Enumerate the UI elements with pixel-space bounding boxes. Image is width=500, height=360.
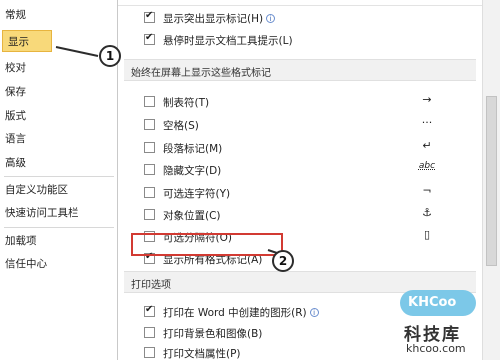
hidden-text-icon: abc <box>418 161 436 171</box>
checkbox[interactable] <box>144 164 155 175</box>
checkbox[interactable] <box>144 32 155 45</box>
option-label: 可选连字符(Y) <box>163 188 231 200</box>
sidebar-divider <box>4 227 114 228</box>
watermark: KHCoo 科技库 khcoo.com <box>398 288 500 358</box>
checkbox[interactable] <box>144 209 155 220</box>
checkbox[interactable] <box>144 327 155 338</box>
space-dots-icon: ··· <box>421 116 433 129</box>
scrollbar-thumb[interactable] <box>486 96 497 266</box>
sidebar-item-quick-access-toolbar[interactable]: 快速访问工具栏 <box>0 202 118 224</box>
checkbox[interactable] <box>144 96 155 107</box>
sidebar-item-trust-center[interactable]: 信任中心 <box>0 253 118 275</box>
callout-number-1: 1 <box>99 45 121 67</box>
sidebar-item-display[interactable]: 显示 <box>2 30 52 52</box>
option-label: 打印在 Word 中创建的图形(R) <box>163 307 307 319</box>
sidebar-item-advanced[interactable]: 高级 <box>0 152 118 174</box>
option-label: 打印背景色和图像(B) <box>163 328 263 340</box>
option-label: 打印文档属性(P) <box>163 348 241 360</box>
checkbox[interactable] <box>144 304 155 317</box>
optional-hyphen-icon: ¬ <box>422 184 432 197</box>
checkbox[interactable] <box>144 10 155 23</box>
paragraph-mark-icon: ↵ <box>422 139 432 152</box>
anchor-icon: ⚓ <box>422 206 432 219</box>
sidebar-item-save[interactable]: 保存 <box>0 81 118 103</box>
option-label: 隐藏文字(D) <box>163 165 222 177</box>
option-label: 制表符(T) <box>163 97 210 109</box>
sidebar-item-layout[interactable]: 版式 <box>0 105 118 127</box>
section-header-formatting-marks: 始终在屏幕上显示这些格式标记 <box>124 59 476 81</box>
section-title: 打印选项 <box>131 280 171 291</box>
option-label: 对象位置(C) <box>163 210 221 222</box>
option-label: 段落标记(M) <box>163 143 223 155</box>
callout-number-2: 2 <box>272 250 294 272</box>
checkbox[interactable] <box>144 119 155 130</box>
checkbox[interactable] <box>144 142 155 153</box>
watermark-url: khcoo.com <box>406 342 466 355</box>
tab-arrow-icon: → <box>422 93 432 106</box>
checkbox[interactable] <box>144 187 155 198</box>
checkbox[interactable] <box>144 347 155 358</box>
sidebar-item-addins[interactable]: 加载项 <box>0 230 118 252</box>
section-title: 始终在屏幕上显示这些格式标记 <box>131 68 271 79</box>
sidebar-item-customize-ribbon[interactable]: 自定义功能区 <box>0 179 118 201</box>
option-label: 悬停时显示文档工具提示(L) <box>163 35 293 47</box>
sidebar-divider <box>4 176 114 177</box>
optional-break-icon: ▯ <box>423 228 431 241</box>
sidebar-item-general[interactable]: 常规 <box>0 4 118 26</box>
top-divider <box>118 0 482 6</box>
watermark-logo: KHCoo <box>400 290 476 316</box>
info-icon: i <box>266 14 276 23</box>
option-label: 空格(S) <box>163 120 199 132</box>
info-icon: i <box>309 308 319 317</box>
option-label: 显示突出显示标记(H) <box>163 13 264 25</box>
highlight-box <box>131 233 283 256</box>
sidebar-item-language[interactable]: 语言 <box>0 128 118 150</box>
